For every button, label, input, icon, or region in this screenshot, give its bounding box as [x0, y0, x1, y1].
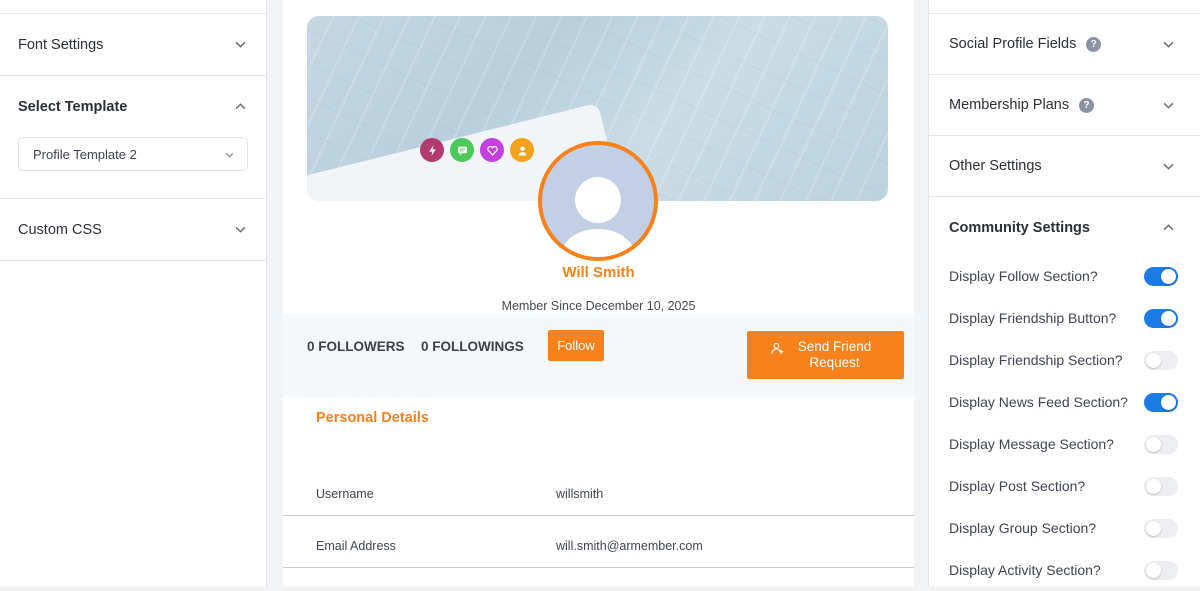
- toggle-switch[interactable]: [1144, 308, 1178, 328]
- avatar-head: [575, 177, 621, 223]
- followings-count[interactable]: 0 FOLLOWINGS: [421, 339, 524, 354]
- toggle-switch[interactable]: [1144, 476, 1178, 496]
- chevron-down-icon: [1162, 160, 1174, 172]
- chevron-down-icon: [223, 148, 235, 160]
- right-top-spacer: [929, 0, 1200, 14]
- toggle-switch[interactable]: [1144, 392, 1178, 412]
- toggle-label: Display News Feed Section?: [949, 394, 1128, 410]
- detail-row-email: Email Address will.smith@armember.com: [283, 516, 914, 568]
- social-icons: [420, 138, 534, 162]
- avatar-body: [562, 229, 634, 257]
- toggle-label: Display Friendship Section?: [949, 352, 1123, 368]
- toggle-row: Display Group Section?: [929, 507, 1200, 549]
- accordion-custom-css: Custom CSS: [0, 199, 266, 261]
- add-friend-icon: [771, 342, 783, 354]
- right-settings-panel: Social Profile Fields? Membership Plans?…: [928, 0, 1200, 586]
- member-since: Member Since December 10, 2025: [501, 299, 696, 313]
- chat-icon[interactable]: [450, 138, 474, 162]
- accordion-font-settings: Font Settings: [0, 14, 266, 76]
- stats-bar: 0 FOLLOWERS 0 FOLLOWINGS Follow Send Fri…: [283, 314, 914, 397]
- font-settings-label: Font Settings: [18, 36, 104, 53]
- detail-value: will.smith@armember.com: [556, 539, 703, 553]
- toggle-knob: [1146, 478, 1161, 494]
- toggle-switch[interactable]: [1144, 266, 1178, 286]
- toggle-switch[interactable]: [1144, 518, 1178, 538]
- user-icon[interactable]: [510, 138, 534, 162]
- accordion-top-spacer: [0, 0, 266, 14]
- toggle-row: Display Friendship Section?: [929, 339, 1200, 381]
- select-template-header[interactable]: Select Template: [0, 76, 266, 137]
- chevron-down-icon: [234, 224, 246, 236]
- toggle-knob: [1146, 436, 1161, 452]
- toggle-switch[interactable]: [1144, 350, 1178, 370]
- membership-plans-label: Membership Plans: [949, 97, 1070, 113]
- help-icon[interactable]: ?: [1079, 97, 1095, 113]
- social-profile-fields-header[interactable]: Social Profile Fields?: [929, 14, 1200, 75]
- chevron-up-icon: [1162, 222, 1174, 234]
- toggle-knob: [1146, 352, 1161, 368]
- toggle-label: Display Message Section?: [949, 436, 1114, 452]
- custom-css-label: Custom CSS: [18, 221, 102, 238]
- community-settings-label: Community Settings: [949, 219, 1090, 236]
- toggle-row: Display Post Section?: [929, 465, 1200, 507]
- profile-name: Will Smith: [562, 264, 635, 281]
- toggle-row: Display Activity Section?: [929, 549, 1200, 591]
- avatar: [538, 141, 658, 261]
- toggle-knob: [1146, 562, 1161, 578]
- select-template-label: Select Template: [18, 98, 128, 115]
- toggle-row: Display Message Section?: [929, 423, 1200, 465]
- membership-plans-title: Membership Plans?: [949, 97, 1095, 113]
- send-friend-request-label: Send Friend Request: [797, 339, 872, 370]
- chevron-up-icon: [234, 101, 246, 113]
- toggle-label: Display Post Section?: [949, 478, 1086, 494]
- social-profile-fields-label: Social Profile Fields: [949, 36, 1077, 52]
- bolt-icon[interactable]: [420, 138, 444, 162]
- toggle-row: Display Follow Section?: [929, 255, 1200, 297]
- accordion-select-template: Select Template Profile Template 2: [0, 76, 266, 199]
- toggle-label: Display Activity Section?: [949, 562, 1101, 578]
- chevron-down-icon: [1162, 38, 1174, 50]
- custom-css-header[interactable]: Custom CSS: [0, 199, 266, 260]
- toggle-row: Display Friendship Button?: [929, 297, 1200, 339]
- detail-row-username: Username willsmith: [283, 464, 914, 516]
- chevron-down-icon: [234, 39, 246, 51]
- detail-label: Username: [316, 487, 374, 501]
- followers-count[interactable]: 0 FOLLOWERS: [307, 339, 405, 354]
- send-friend-request-button[interactable]: Send Friend Request: [747, 331, 904, 379]
- toggle-label: Display Friendship Button?: [949, 310, 1117, 326]
- community-toggles: Display Follow Section? Display Friendsh…: [929, 255, 1200, 591]
- toggle-knob: [1161, 310, 1176, 326]
- detail-label: Email Address: [316, 539, 396, 553]
- toggle-knob: [1161, 268, 1176, 284]
- toggle-knob: [1146, 520, 1161, 536]
- toggle-label: Display Group Section?: [949, 520, 1097, 536]
- membership-plans-header[interactable]: Membership Plans?: [929, 75, 1200, 136]
- help-icon[interactable]: ?: [1086, 36, 1102, 52]
- detail-value: willsmith: [556, 487, 604, 501]
- font-settings-header[interactable]: Font Settings: [0, 14, 266, 75]
- chevron-down-icon: [1162, 99, 1174, 111]
- heart-icon[interactable]: [480, 138, 504, 162]
- other-settings-label: Other Settings: [949, 158, 1042, 174]
- toggle-knob: [1161, 394, 1176, 410]
- social-profile-fields-title: Social Profile Fields?: [949, 36, 1102, 52]
- toggle-switch[interactable]: [1144, 434, 1178, 454]
- profile-preview: Will Smith Member Since December 10, 202…: [283, 0, 914, 586]
- toggle-label: Display Follow Section?: [949, 268, 1098, 284]
- left-settings-panel: Font Settings Select Template Profile Te…: [0, 0, 267, 586]
- follow-button[interactable]: Follow: [548, 330, 604, 361]
- template-select-value: Profile Template 2: [33, 146, 137, 162]
- other-settings-header[interactable]: Other Settings: [929, 136, 1200, 197]
- template-select[interactable]: Profile Template 2: [18, 137, 248, 171]
- toggle-switch[interactable]: [1144, 560, 1178, 580]
- personal-details-title: Personal Details: [316, 410, 429, 426]
- community-settings-header[interactable]: Community Settings: [929, 197, 1200, 258]
- toggle-row: Display News Feed Section?: [929, 381, 1200, 423]
